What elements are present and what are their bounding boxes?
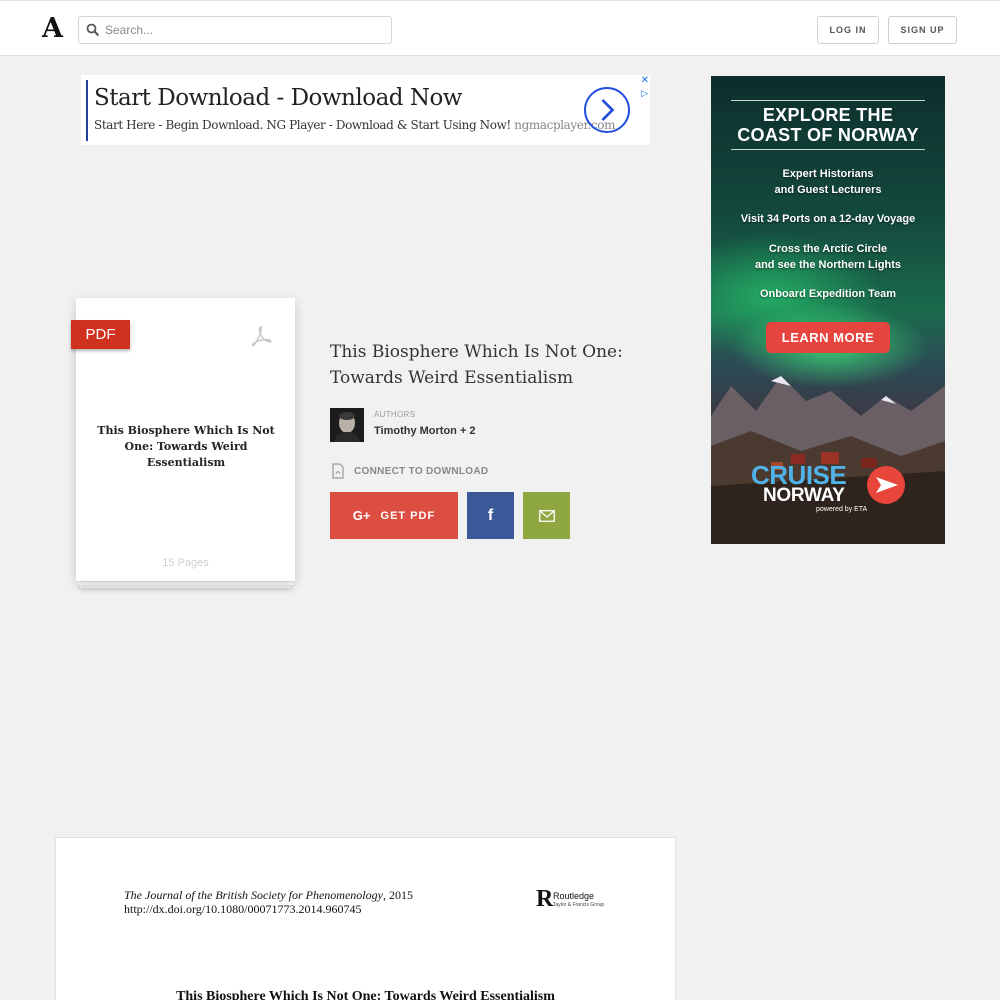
preview-title: This Biosphere Which Is Not One: Towards… (176, 989, 555, 1000)
journal-citation: The Journal of the British Society for P… (124, 888, 413, 902)
acrobat-icon (251, 326, 272, 347)
avatar[interactable] (330, 408, 364, 442)
side-ad-line2: Visit 34 Ports on a 12-day Voyage (740, 213, 916, 225)
banner-ad-accent (86, 80, 88, 141)
norway-brand: NORWAY (763, 485, 845, 506)
routledge-logo: R Routledge Taylor & Francis Group (536, 887, 610, 912)
journal-name: The Journal of the British Society for P… (124, 888, 383, 902)
envelope-icon (538, 509, 555, 522)
top-bar: A LOG IN SIGN UP (0, 0, 1000, 56)
side-ad-title-line2: COAST OF NORWAY (737, 125, 919, 145)
chevron-right-icon[interactable] (584, 87, 630, 133)
card-stack-layer (78, 582, 293, 585)
publisher-sub: Taylor & Francis Group (553, 902, 605, 908)
doi-link[interactable]: http://dx.doi.org/10.1080/00071773.2014.… (124, 902, 361, 917)
document-preview: The Journal of the British Society for P… (55, 837, 676, 1000)
cruise-norway-logo-icon (867, 466, 905, 504)
banner-ad-headline[interactable]: Start Download - Download Now (94, 85, 462, 111)
publisher-name: Routledge (553, 891, 595, 901)
side-ad-text: Expert Historians and Guest Lecturers (711, 166, 945, 198)
powered-by: powered by ETA (816, 506, 868, 513)
facebook-icon: f (487, 506, 494, 524)
adchoices-icon[interactable]: ▷ (641, 88, 648, 99)
card-stack-layer (80, 585, 291, 588)
search-input[interactable] (105, 20, 385, 40)
search-icon (86, 23, 100, 37)
google-get-pdf-button[interactable]: G+ GET PDF (330, 492, 458, 539)
side-ad-title-line1: EXPLORE THE (762, 105, 894, 125)
side-ad-divider (731, 149, 925, 150)
side-ad-line3b: and see the Northern Lights (754, 259, 902, 271)
ad-close-icon[interactable]: ✕ (641, 75, 649, 86)
facebook-button[interactable]: f (467, 492, 514, 539)
paper-title: This Biosphere Which Is Not One: Towards… (330, 342, 623, 388)
banner-ad[interactable]: Start Download - Download Now Start Here… (81, 75, 650, 145)
page-count: 15 Pages (162, 557, 209, 569)
authors-link[interactable]: Timothy Morton + 2 (374, 425, 476, 437)
side-ad-title: EXPLORE THE COAST OF NORWAY (711, 105, 945, 145)
side-ad-line4: Onboard Expedition Team (759, 288, 897, 300)
side-ad-line1b: and Guest Lecturers (774, 184, 882, 196)
learn-more-button[interactable]: LEARN MORE (766, 322, 890, 353)
file-pdf-icon (332, 463, 344, 479)
google-plus-icon: G+ (352, 508, 371, 523)
author-photo (330, 408, 364, 442)
side-ad-line3a: Cross the Arctic Circle (768, 243, 888, 255)
pdf-badge: PDF (71, 320, 130, 349)
connect-label: CONNECT TO DOWNLOAD (354, 465, 489, 477)
email-button[interactable] (523, 492, 570, 539)
side-ad-divider (731, 100, 925, 101)
login-button[interactable]: LOG IN (817, 16, 879, 44)
side-ad[interactable]: EXPLORE THE COAST OF NORWAY Expert Histo… (711, 76, 945, 544)
connect-to-download: CONNECT TO DOWNLOAD (330, 463, 488, 479)
banner-ad-subline: Start Here - Begin Download. NG Player -… (94, 118, 615, 132)
banner-ad-subline-text: Start Here - Begin Download. NG Player -… (94, 118, 511, 132)
get-pdf-label: GET PDF (380, 509, 436, 522)
routledge-mark: R (536, 886, 554, 912)
side-ad-line1a: Expert Historians (782, 168, 874, 180)
cover-title: This Biosphere Which Is Not One: Towards… (97, 424, 275, 469)
search-box[interactable] (78, 16, 392, 44)
mountain-landscape (711, 376, 945, 544)
side-ad-text: Cross the Arctic Circle and see the Nort… (711, 241, 945, 273)
site-logo[interactable]: A (42, 15, 63, 43)
journal-year: , 2015 (382, 888, 413, 902)
authors-label: AUTHORS (374, 410, 416, 419)
signup-button[interactable]: SIGN UP (888, 16, 957, 44)
